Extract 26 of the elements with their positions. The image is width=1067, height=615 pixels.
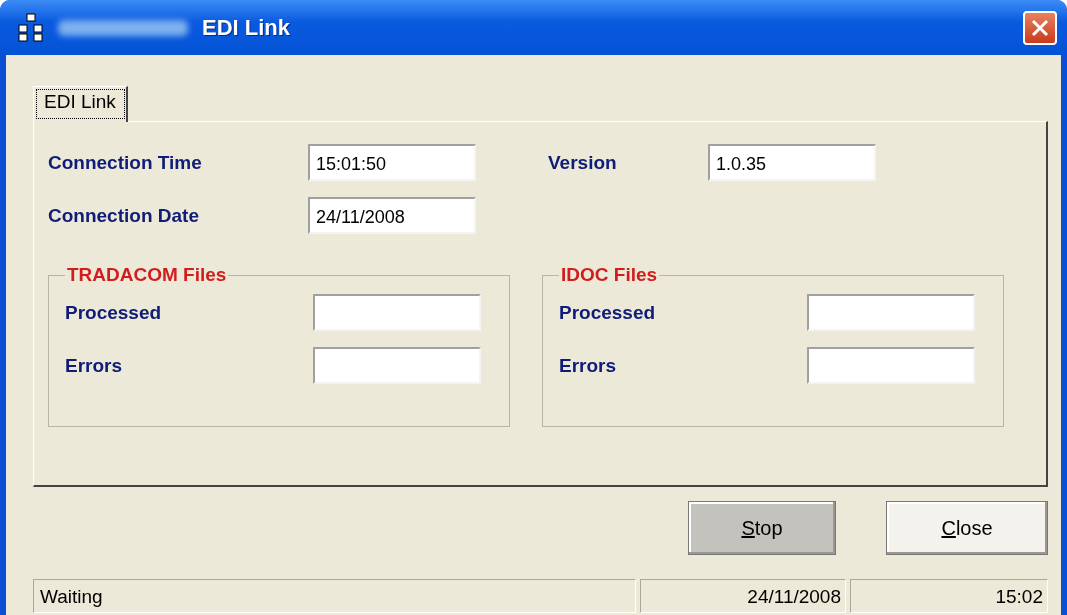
field-label: Connection Time [48,151,203,174]
text-field[interactable] [807,347,975,384]
field-label: Processed [65,301,163,324]
network-icon [18,12,44,43]
status-pane: 15:02 [850,579,1048,613]
text-field[interactable] [313,347,481,384]
close-icon [1031,18,1049,37]
text-field[interactable]: 1.0.35 [708,144,876,181]
field-label: Errors [559,354,618,377]
text-field[interactable]: 24/11/2008 [308,197,476,234]
dialog-button[interactable]: Stop [688,501,836,555]
tab[interactable]: EDI Link [33,86,128,122]
status-pane: 24/11/2008 [640,579,846,613]
close-button[interactable] [1023,10,1057,45]
text-field[interactable] [807,294,975,331]
field-label: Errors [65,354,124,377]
group-title: TRADACOM Files [66,264,228,286]
dialog-button[interactable]: Close [886,501,1048,555]
window-title: EDI Link [202,14,290,41]
field-label: Processed [559,301,657,324]
status-pane: Waiting [33,579,636,613]
field-label: Version [548,151,618,174]
text-field[interactable] [313,294,481,331]
text-field[interactable]: 15:01:50 [308,144,476,181]
field-label: Connection Date [48,204,200,227]
group-title: IDOC Files [560,264,659,286]
